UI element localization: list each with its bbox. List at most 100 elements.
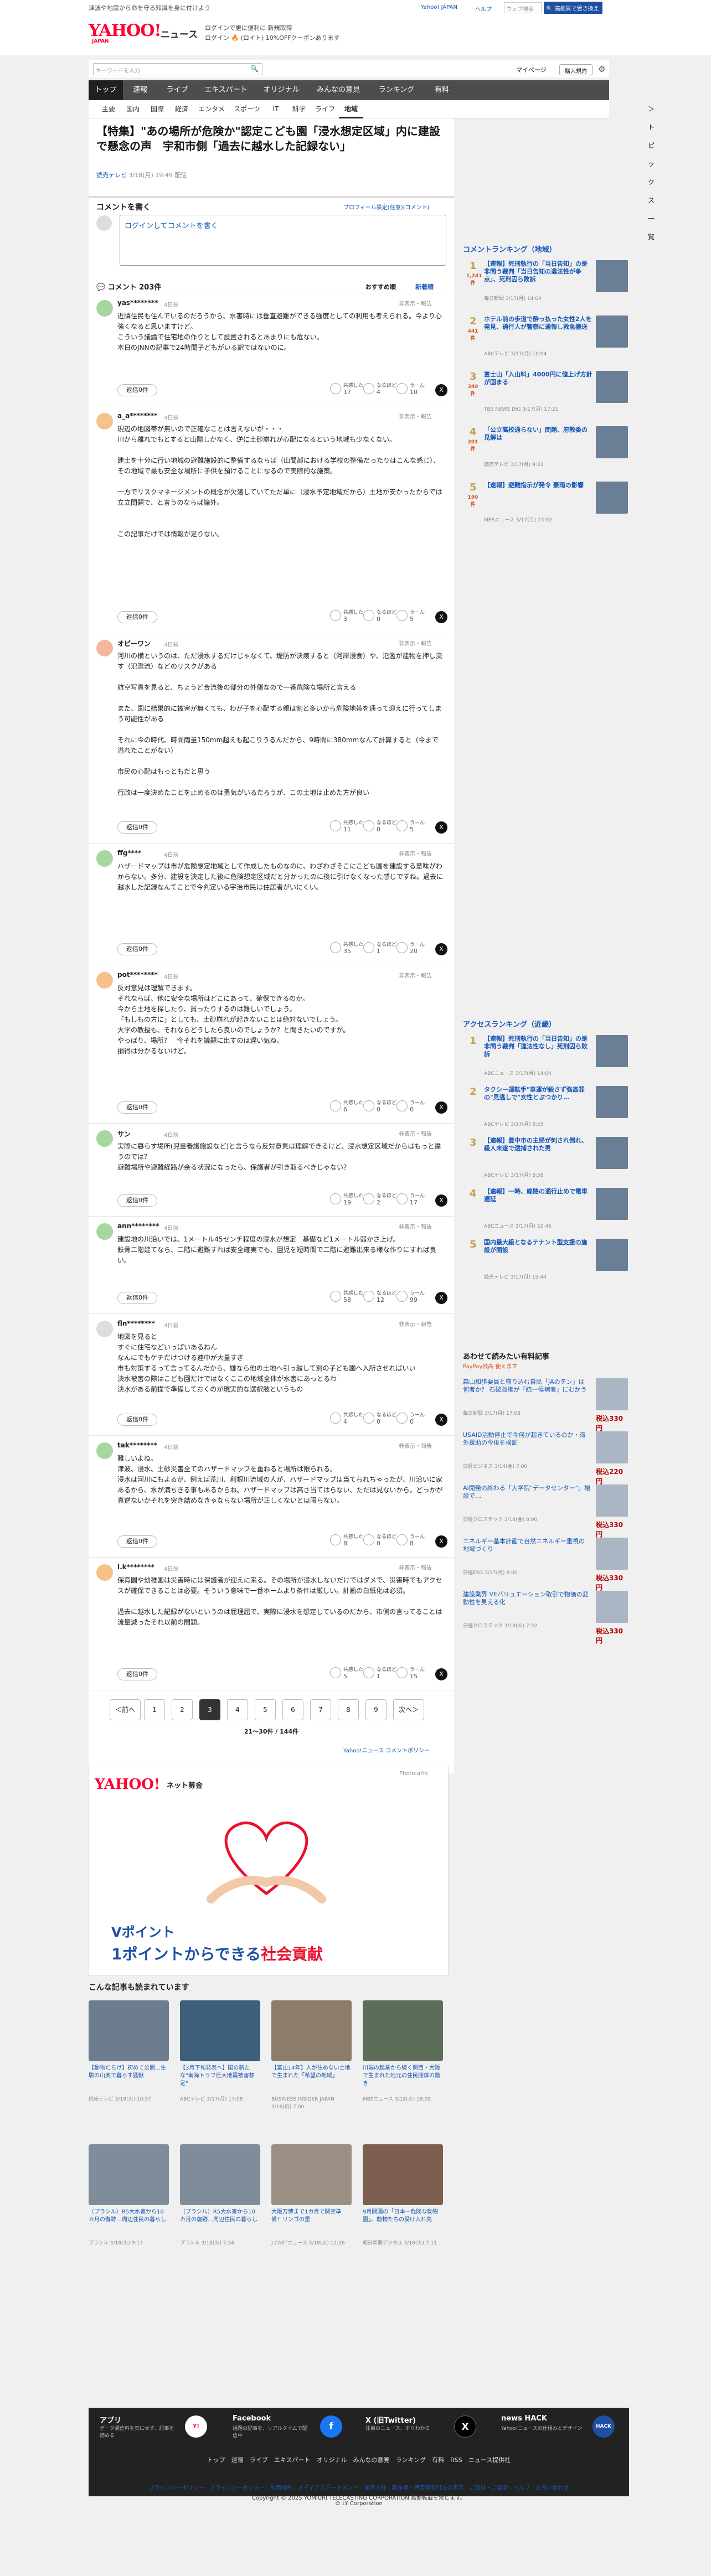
hide-report-link[interactable]: 非表示・報告 bbox=[399, 1320, 432, 1328]
paid-article-title[interactable]: USAID活動停止で今何が起きているのか・海外援助の今後を検証 bbox=[463, 1431, 590, 1447]
reply-button[interactable]: 返信0件 bbox=[117, 611, 157, 623]
cat-domestic[interactable]: 国内 bbox=[121, 100, 145, 118]
reaction-insight-button[interactable]: なるほど 0 bbox=[363, 1534, 396, 1546]
facebook-icon[interactable]: f bbox=[320, 2415, 342, 2438]
cat-economy[interactable]: 経済 bbox=[169, 100, 194, 118]
paid-article-title[interactable]: 建設業界 VEバリュエーション取引で物価の変動性を見える化 bbox=[463, 1591, 590, 1606]
profile-setting-link[interactable]: プロフィール設定(任意)(コメント) bbox=[343, 203, 429, 211]
recommended-caption[interactable]: 【動物だらけ】初めて公開…生駒の山奥で暮らす猛獣 bbox=[89, 2065, 169, 2096]
reaction-hmm-button[interactable]: うーん 15 bbox=[396, 1667, 425, 1679]
reply-button[interactable]: 返信0件 bbox=[117, 384, 157, 396]
mypage-link[interactable]: マイページ bbox=[516, 65, 547, 74]
comment-user[interactable]: tak******** bbox=[117, 1441, 157, 1449]
reply-button[interactable]: 返信0件 bbox=[117, 943, 157, 955]
paid-article-item[interactable]: AI開発の終わる「大学院"データセンター"」増設で… 日経クロステック 3/14(… bbox=[463, 1484, 629, 1538]
hide-report-link[interactable]: 非表示・報告 bbox=[399, 1441, 432, 1450]
page-button[interactable]: 1 bbox=[144, 1699, 165, 1720]
paid-article-title[interactable]: AI開発の終わる「大学院"データセンター"」増設で… bbox=[463, 1484, 590, 1500]
access-title[interactable]: 【速報】死刑執行の「当日告知」の是非問う裁判「違法性なし」死刑囚ら敗訴 bbox=[484, 1035, 592, 1058]
reaction-insight-button[interactable]: なるほど 2 bbox=[363, 1193, 396, 1206]
reaction-insight-button[interactable]: なるほど 1 bbox=[363, 1667, 396, 1679]
hide-report-link[interactable]: 非表示・報告 bbox=[399, 1222, 432, 1230]
page-button[interactable]: 8 bbox=[338, 1699, 359, 1720]
recommended-thumbnail[interactable] bbox=[271, 2144, 352, 2205]
recommended-card[interactable]: 【富山14年】人が住めない土地で生まれた「希望の地域」 BUSINESS INSI… bbox=[271, 2000, 352, 2111]
keyword-search-input[interactable]: キーワードを入力 bbox=[93, 63, 262, 75]
cat-entertainment[interactable]: エンタメ bbox=[194, 100, 229, 118]
reaction-hmm-button[interactable]: うーん 99 bbox=[396, 1291, 425, 1303]
paid-article-thumbnail[interactable] bbox=[596, 1538, 628, 1570]
paid-article-item[interactable]: 森山和歩要員と盛り込む自民「JAのテン」は何者か？ 石破政権が「統一候補者」にむ… bbox=[463, 1378, 629, 1432]
hide-report-link[interactable]: 非表示・報告 bbox=[399, 849, 432, 857]
x-share-icon[interactable]: X bbox=[435, 943, 447, 955]
reaction-empathy-button[interactable]: 共感した 58 bbox=[330, 1291, 363, 1303]
cat-main[interactable]: 主要 bbox=[96, 100, 121, 118]
recommended-caption[interactable]: 【3月下旬発表へ】国の新たな"南海トラフ巨大地震被害想定" bbox=[180, 2065, 260, 2096]
comment-input[interactable]: ログインしてコメントを書く bbox=[120, 215, 446, 266]
x-share-icon[interactable]: X bbox=[435, 1292, 447, 1304]
cat-science[interactable]: 科学 bbox=[287, 100, 311, 118]
paid-article-title[interactable]: 森山和歩要員と盛り込む自民「JAのテン」は何者か？ 石破政権が「統一候補者」にむ… bbox=[463, 1378, 590, 1394]
page-button[interactable]: 9 bbox=[365, 1699, 387, 1720]
access-item[interactable]: 3 【速報】豊中市の主婦が刺され倒れ、殺人未遂で逮捕された男 ABCテレビ 3/17… bbox=[463, 1137, 629, 1181]
recommended-card[interactable]: （プラシル）R5大水害から10カ月の傷跡…周辺住民の暮らし プラシル 3/18(火… bbox=[89, 2144, 169, 2247]
access-title[interactable]: 【速報】一時、線路の通行止めで電車遅延 bbox=[484, 1188, 592, 1203]
recommended-caption[interactable]: （プラシル）R5大水害から10カ月の傷跡…周辺住民の暮らし bbox=[89, 2208, 169, 2239]
sort-newest-tab[interactable]: 新着順 bbox=[415, 282, 434, 291]
recommended-caption[interactable]: 川端の起業から続く関西・大阪で生まれた地元の住民団体の動き bbox=[363, 2065, 443, 2096]
reaction-insight-button[interactable]: なるほど 4 bbox=[363, 383, 396, 395]
comment-user[interactable]: i.k******** bbox=[117, 1563, 154, 1571]
recommended-thumbnail[interactable] bbox=[363, 2144, 443, 2205]
paid-article-thumbnail[interactable] bbox=[596, 1378, 628, 1410]
x-share-icon[interactable]: X bbox=[435, 1414, 447, 1426]
reaction-insight-button[interactable]: なるほど 0 bbox=[363, 1413, 396, 1425]
access-item[interactable]: 5 国内最大級となるテナント型支援の施設が開設 読売テレビ 3/17(月) 15:4… bbox=[463, 1239, 629, 1283]
web-search-button[interactable]: 🔍 高画質で置き換える bbox=[544, 2, 602, 20]
hide-report-link[interactable]: 非表示・報告 bbox=[399, 412, 432, 420]
access-thumbnail[interactable] bbox=[596, 1188, 628, 1220]
recommended-thumbnail[interactable] bbox=[89, 2144, 169, 2205]
reaction-empathy-button[interactable]: 共感した 11 bbox=[330, 820, 363, 832]
reaction-empathy-button[interactable]: 共感した 8 bbox=[330, 1534, 363, 1546]
reaction-insight-button[interactable]: なるほど 0 bbox=[363, 820, 396, 832]
reaction-empathy-button[interactable]: 共感した 6 bbox=[330, 1100, 363, 1113]
access-title[interactable]: 国内最大級となるテナント型支援の施設が開設 bbox=[484, 1239, 592, 1254]
page-button[interactable]: 6 bbox=[282, 1699, 303, 1720]
ranking-title[interactable]: 【速報】避難指示が発令 豪雨の影響 bbox=[484, 482, 592, 489]
nav-live[interactable]: ライブ bbox=[157, 80, 197, 100]
web-search-input[interactable]: ウェブ検索 bbox=[504, 2, 542, 13]
recommended-thumbnail[interactable] bbox=[271, 2000, 352, 2061]
paid-article-thumbnail[interactable] bbox=[596, 1484, 628, 1517]
hide-report-link[interactable]: 非表示・報告 bbox=[399, 1129, 432, 1137]
x-share-icon[interactable]: X bbox=[435, 1101, 447, 1114]
page-button[interactable]: 2 bbox=[172, 1699, 193, 1720]
login-to-comment-link[interactable]: ログインしてコメントを書く bbox=[125, 222, 218, 230]
ranking-thumbnail[interactable] bbox=[596, 315, 628, 348]
comment-user[interactable]: ann******** bbox=[117, 1222, 159, 1230]
comment-user[interactable]: pot******** bbox=[117, 971, 158, 979]
reaction-insight-button[interactable]: なるほど 0 bbox=[363, 1100, 396, 1113]
recommended-card[interactable]: 9月開園の「日本一危険な動物園」、動物たちの受け入れ先 朝日新聞デジタル 3/18… bbox=[363, 2144, 443, 2247]
reaction-insight-button[interactable]: なるほど 12 bbox=[363, 1291, 396, 1303]
paid-article-item[interactable]: USAID活動停止で今何が起きているのか・海外援助の今後を検証 日経ビジネス 3/… bbox=[463, 1431, 629, 1485]
nav-paid[interactable]: 有料 bbox=[424, 80, 460, 100]
ranking-thumbnail[interactable] bbox=[596, 482, 628, 514]
nav-ranking[interactable]: ランキング bbox=[369, 80, 424, 100]
hide-report-link[interactable]: 非表示・報告 bbox=[399, 299, 432, 307]
yahoo-japan-link[interactable]: Yahoo! JAPAN bbox=[421, 4, 457, 11]
x-share-icon[interactable]: X bbox=[435, 821, 447, 834]
recommended-caption[interactable]: 【富山14年】人が住めない土地で生まれた「希望の地域」 bbox=[271, 2065, 352, 2096]
recommended-card[interactable]: （プラシル）R5大水害から10カ月の傷跡…周辺住民の暮らし プラシル 3/18(火… bbox=[180, 2144, 260, 2247]
reaction-hmm-button[interactable]: うーん 17 bbox=[396, 1193, 425, 1206]
hide-report-link[interactable]: 非表示・報告 bbox=[399, 639, 432, 647]
nav-opinion[interactable]: みんなの意見 bbox=[308, 80, 369, 100]
x-share-icon[interactable]: X bbox=[435, 611, 447, 623]
search-icon[interactable]: 🔍 bbox=[250, 65, 259, 73]
gear-icon[interactable]: ⚙ bbox=[598, 64, 605, 74]
page-button[interactable]: 4 bbox=[227, 1699, 248, 1720]
cat-it[interactable]: IT bbox=[265, 100, 287, 118]
x-share-icon[interactable]: X bbox=[435, 1668, 447, 1680]
reaction-hmm-button[interactable]: うーん 8 bbox=[396, 1534, 425, 1546]
footer-newshack-title[interactable]: news HACK bbox=[501, 2414, 547, 2423]
sort-recommended-tab[interactable]: おすすめ順 bbox=[365, 282, 396, 291]
